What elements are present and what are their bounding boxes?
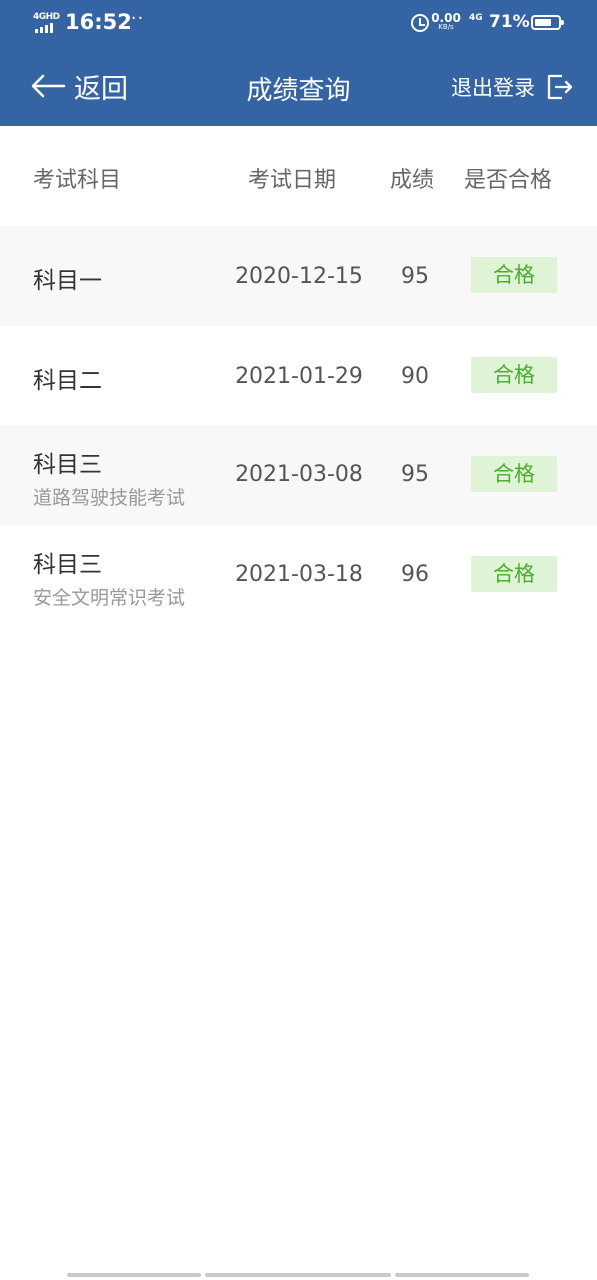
signal-icon: [35, 23, 53, 33]
logout-button[interactable]: 退出登录: [451, 72, 573, 102]
secondary-signal-label: 4G: [469, 13, 483, 23]
column-header-score: 成绩: [390, 168, 435, 193]
battery-icon: [531, 15, 564, 30]
network-speed-unit: KB/s: [438, 23, 454, 31]
logout-icon: [547, 74, 573, 100]
subject-cell: 科目三 道路驾驶技能考试: [33, 445, 185, 510]
table-row: 科目三 安全文明常识考试 2021-03-18 96 合格: [0, 525, 597, 625]
subject-subtitle: 道路驾驶技能考试: [33, 487, 186, 509]
subject-name: 科目三: [33, 452, 102, 478]
exam-score: 95: [401, 264, 429, 289]
table-header: 考试科目 考试日期 成绩 是否合格: [0, 126, 597, 226]
logout-button-label: 退出登录: [451, 76, 535, 100]
status-time: 16:52: [65, 10, 132, 34]
subject-cell: 科目一: [33, 261, 102, 295]
exam-date: 2021-03-08: [235, 462, 363, 487]
exam-date: 2020-12-15: [235, 264, 363, 289]
status-badge: 合格: [471, 356, 557, 393]
nav-gesture-bar: [205, 1273, 391, 1277]
status-badge: 合格: [471, 456, 557, 492]
subject-name: 科目三: [33, 551, 102, 578]
battery-percent: 71%: [489, 12, 530, 32]
network-speed: 0.00 KB/s: [430, 12, 462, 31]
table-row: 科目二 2021-01-29 90 合格: [0, 326, 597, 426]
table-row: 科目三 道路驾驶技能考试 2021-03-08 95 合格: [0, 425, 597, 525]
status-badge: 合格: [471, 257, 557, 293]
exam-score: 96: [401, 561, 429, 587]
alarm-icon: [411, 14, 429, 32]
subject-name: 科目一: [33, 268, 102, 294]
results-table: 科目一 2020-12-15 95 合格 科目二 2021-01-29 90 合…: [0, 226, 597, 624]
exam-date: 2021-01-29: [235, 363, 363, 389]
exam-date: 2021-03-18: [235, 561, 363, 587]
app-header: 4GHD 16:52 ··· 0.00 KB/s 4G 71% 返回 成绩查询 …: [0, 0, 597, 126]
exam-score: 90: [401, 363, 429, 389]
nav-gesture-bar: [395, 1273, 529, 1277]
exam-score: 95: [401, 462, 429, 487]
status-badge: 合格: [471, 555, 557, 592]
subject-cell: 科目二: [33, 361, 102, 395]
network-indicator: 4GHD: [33, 12, 60, 34]
more-notifications-icon: ···: [124, 8, 145, 29]
status-bar: 4GHD 16:52 ··· 0.00 KB/s 4G 71%: [0, 0, 597, 48]
subject-name: 科目二: [33, 367, 102, 394]
subject-cell: 科目三 安全文明常识考试: [33, 545, 185, 610]
network-type-label: 4GHD: [33, 12, 60, 22]
table-row: 科目一 2020-12-15 95 合格: [0, 226, 597, 326]
nav-bar: 返回 成绩查询 退出登录: [0, 48, 597, 126]
subject-subtitle: 安全文明常识考试: [33, 586, 186, 609]
nav-gesture-bar: [67, 1273, 201, 1277]
column-header-pass: 是否合格: [464, 168, 553, 193]
